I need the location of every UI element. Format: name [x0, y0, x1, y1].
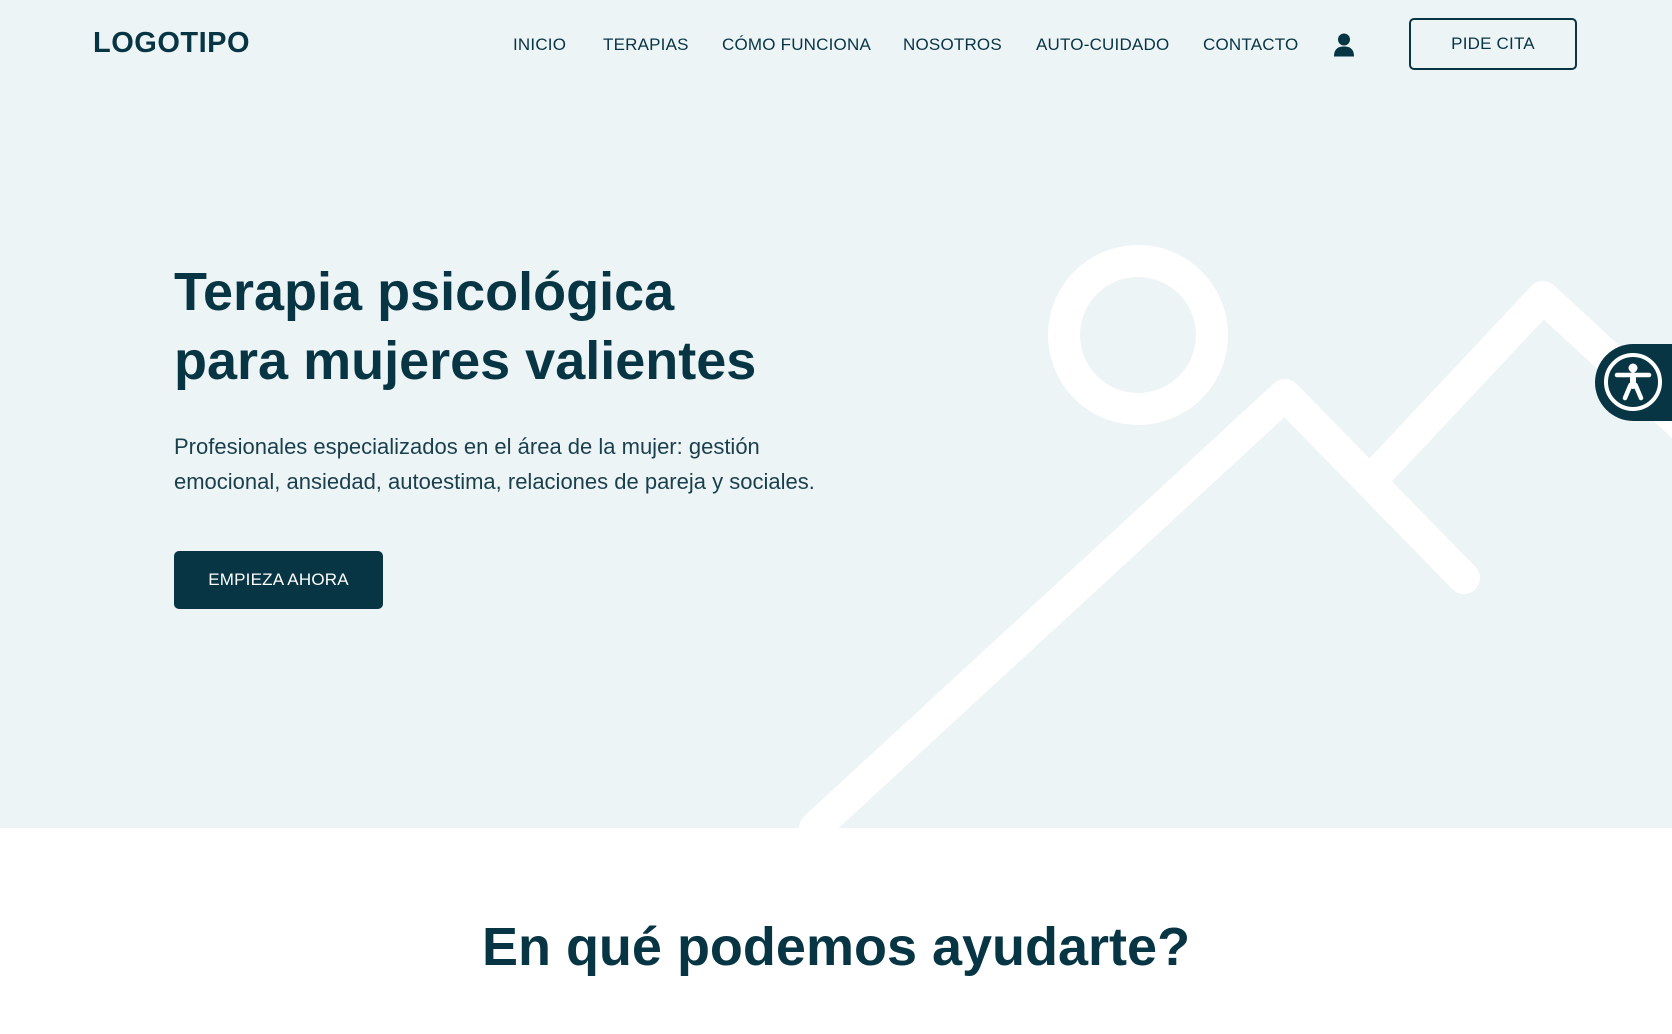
hero-description-line: Profesionales especializados en el área … [174, 434, 760, 459]
nav-item-inicio[interactable]: INICIO [513, 35, 566, 55]
nav-item-terapias[interactable]: TERAPIAS [603, 35, 689, 55]
hero-title-line: para mujeres valientes [174, 331, 757, 391]
hero-section: LOGOTIPO INICIO TERAPIAS CÓMO FUNCIONA N… [0, 0, 1672, 828]
hero-title-line: Terapia psicológica [174, 262, 675, 322]
nav-item-nosotros[interactable]: NOSOTROS [903, 35, 1002, 55]
section-title: En qué podemos ayudarte? [481, 917, 1191, 977]
accessibility-icon [1604, 353, 1662, 411]
hero-title: Terapia psicológica para mujeres valient… [174, 258, 894, 396]
book-appointment-button[interactable]: PIDE CITA [1409, 18, 1577, 70]
user-icon[interactable] [1333, 33, 1355, 57]
accessibility-button[interactable] [1595, 344, 1672, 421]
hero-description-line: emocional, ansiedad, autoestima, relacio… [174, 469, 815, 494]
nav-item-como-funciona[interactable]: CÓMO FUNCIONA [722, 35, 871, 55]
mountain-sun-illustration [799, 245, 1672, 828]
start-now-button[interactable]: EMPIEZA AHORA [174, 551, 383, 609]
nav-item-contacto[interactable]: CONTACTO [1203, 35, 1298, 55]
nav-item-auto-cuidado[interactable]: AUTO-CUIDADO [1036, 35, 1169, 55]
hero-description: Profesionales especializados en el área … [174, 429, 894, 499]
